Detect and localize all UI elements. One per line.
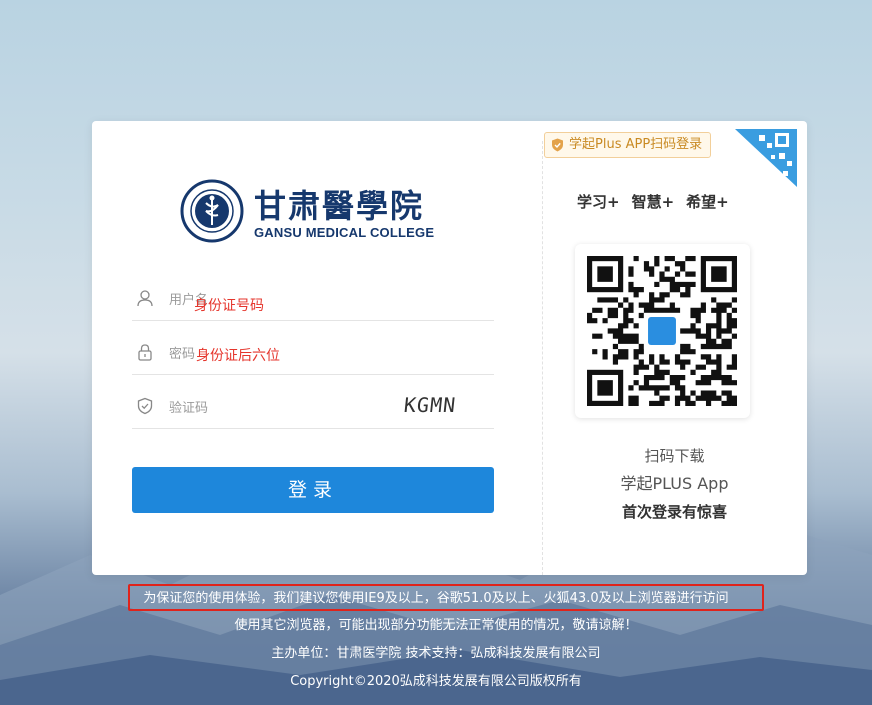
first-login-bonus-text: 首次登录有惊喜 — [621, 503, 727, 521]
slogan-wisdom: 智慧+ — [631, 193, 675, 211]
password-field[interactable]: 密码 身份证后六位 — [132, 331, 494, 375]
login-button[interactable]: 登录 — [132, 467, 494, 513]
browser-warning: 使用其它浏览器，可能出现部分功能无法正常使用的情况，敬请谅解！ — [234, 618, 638, 633]
copyright: Copyright©2020弘成科技发展有限公司版权所有 — [290, 674, 582, 689]
captcha-text: KGMN — [402, 393, 458, 417]
college-seal-icon — [180, 179, 244, 243]
host-info: 主办单位：甘肃医学院 技术支持：弘成科技发展有限公司 — [271, 646, 601, 661]
username-field[interactable]: 用户名 身份证号码 — [132, 277, 494, 321]
captcha-image[interactable]: KGMN — [402, 393, 494, 423]
captcha-field[interactable]: 验证码 KGMN — [132, 385, 494, 429]
college-name-cn: 甘肃醫學院 — [254, 187, 425, 225]
browser-notice: 为保证您的使用体验，我们建议您使用IE9及以上，谷歌51.0及以上、火狐43.0… — [143, 591, 729, 606]
username-hint: 身份证号码 — [194, 298, 264, 314]
download-text-1: 扫码下载 — [644, 447, 705, 465]
app-download-qr — [575, 244, 750, 418]
lock-icon — [138, 344, 152, 361]
qr-code-icon — [587, 256, 737, 406]
app-scan-login-label: 学起Plus APP扫码登录 — [569, 137, 703, 152]
password-hint: 身份证后六位 — [196, 348, 280, 364]
slogan-study: 学习+ — [577, 193, 620, 211]
shield-check-icon — [137, 397, 153, 415]
qr-code-corner-icon[interactable] — [735, 129, 797, 187]
app-scan-login-badge[interactable]: 学起Plus APP扫码登录 — [544, 132, 712, 158]
college-name-en: GANSU MEDICAL COLLEGE — [254, 225, 435, 240]
shield-icon — [552, 138, 563, 152]
app-slogans: 学习+ 智慧+ 希望+ — [577, 191, 747, 212]
user-icon — [137, 290, 153, 307]
login-card: 甘肃醫學院 GANSU MEDICAL COLLEGE 用户名 身份证号码 密码… — [92, 121, 807, 575]
college-logo: 甘肃醫學院 GANSU MEDICAL COLLEGE — [180, 179, 450, 243]
download-text-2: 学起PLUS App — [620, 474, 729, 493]
captcha-placeholder: 验证码 — [169, 401, 209, 416]
password-placeholder: 密码 — [169, 347, 196, 362]
slogan-hope: 希望+ — [686, 193, 729, 211]
